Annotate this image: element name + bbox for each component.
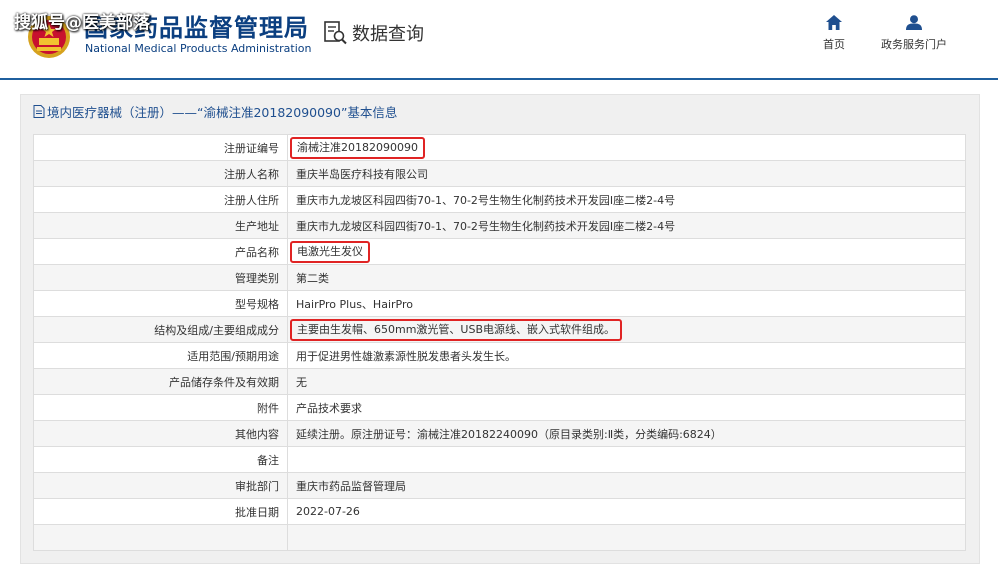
watermark-text: 搜狐号@医美部落	[14, 13, 150, 33]
field-value: 延续注册。原注册证号：渝械注准20182240090（原目录类别:Ⅱ类，分类编码…	[287, 420, 966, 447]
table-row: 适用范围/预期用途 用于促进男性雄激素源性脱发患者头发生长。	[33, 342, 966, 369]
highlight-box: 电激光生发仪	[290, 240, 370, 263]
field-value: 重庆市九龙坡区科园四街70-1、70-2号生物生化制药技术开发园Ⅰ座二楼2-4号	[287, 186, 966, 213]
table-row: 注册人名称 重庆半岛医疗科技有限公司	[33, 160, 966, 187]
document-icon	[33, 105, 45, 118]
field-value: 无	[287, 368, 966, 395]
registration-info-table: 注册证编号 渝械注准20182090090 注册人名称 重庆半岛医疗科技有限公司…	[33, 134, 966, 551]
field-value: 重庆市药品监督管理局	[287, 472, 966, 499]
table-row: 产品名称 电激光生发仪	[33, 238, 966, 265]
data-query-link[interactable]: 数据查询	[322, 18, 424, 48]
agency-name-en: National Medical Products Administration	[85, 42, 312, 55]
field-label: 适用范围/预期用途	[33, 342, 288, 369]
field-value: 主要由生发帽、650mm激光管、USB电源线、嵌入式软件组成。	[287, 316, 966, 343]
table-row: 产品储存条件及有效期 无	[33, 368, 966, 395]
nav-portal-button[interactable]: 政务服务门户	[874, 15, 954, 52]
table-row: 结构及组成/主要组成成分 主要由生发帽、650mm激光管、USB电源线、嵌入式软…	[33, 316, 966, 343]
field-label: 审批部门	[33, 472, 288, 499]
document-search-icon	[324, 21, 347, 45]
field-label: 产品储存条件及有效期	[33, 368, 288, 395]
field-value: HairPro Plus、HairPro	[287, 290, 966, 317]
field-value	[287, 524, 966, 551]
field-label: 注册人名称	[33, 160, 288, 187]
nav-portal-label: 政务服务门户	[881, 38, 947, 51]
field-label: 管理类别	[33, 264, 288, 291]
field-value	[287, 446, 966, 473]
field-label: 产品名称	[33, 238, 288, 265]
field-value: 电激光生发仪	[287, 238, 966, 265]
highlight-box: 主要由生发帽、650mm激光管、USB电源线、嵌入式软件组成。	[290, 318, 623, 341]
field-label: 批准日期	[33, 498, 288, 525]
table-row: 其他内容 延续注册。原注册证号：渝械注准20182240090（原目录类别:Ⅱ类…	[33, 420, 966, 447]
table-row: 管理类别 第二类	[33, 264, 966, 291]
field-label: 附件	[33, 394, 288, 421]
field-label: 注册人住所	[33, 186, 288, 213]
table-row: 型号规格 HairPro Plus、HairPro	[33, 290, 966, 317]
field-value: 渝械注准20182090090	[287, 134, 966, 161]
table-row: 审批部门 重庆市药品监督管理局	[33, 472, 966, 499]
field-value: 2022-07-26	[287, 498, 966, 525]
field-label: 注册证编号	[33, 134, 288, 161]
nav-home-label: 首页	[823, 38, 845, 51]
field-label: 型号规格	[33, 290, 288, 317]
table-row: 生产地址 重庆市九龙坡区科园四街70-1、70-2号生物生化制药技术开发园Ⅰ座二…	[33, 212, 966, 239]
field-value: 用于促进男性雄激素源性脱发患者头发生长。	[287, 342, 966, 369]
field-label: 其他内容	[33, 420, 288, 447]
nav-home-button[interactable]: 首页	[794, 15, 874, 52]
field-label: 结构及组成/主要组成成分	[33, 316, 288, 343]
table-row	[33, 524, 966, 551]
table-row: 注册人住所 重庆市九龙坡区科园四街70-1、70-2号生物生化制药技术开发园Ⅰ座…	[33, 186, 966, 213]
table-row: 备注	[33, 446, 966, 473]
field-label: 生产地址	[33, 212, 288, 239]
home-icon	[826, 15, 842, 30]
field-value: 重庆市九龙坡区科园四街70-1、70-2号生物生化制药技术开发园Ⅰ座二楼2-4号	[287, 212, 966, 239]
panel-title-text: 境内医疗器械（注册）——“渝械注准20182090090”基本信息	[47, 105, 398, 120]
field-value: 产品技术要求	[287, 394, 966, 421]
field-value: 第二类	[287, 264, 966, 291]
data-query-label: 数据查询	[352, 24, 424, 45]
user-icon	[906, 15, 922, 30]
table-row: 批准日期 2022-07-26	[33, 498, 966, 525]
field-label: 备注	[33, 446, 288, 473]
table-row: 附件 产品技术要求	[33, 394, 966, 421]
field-label	[33, 524, 288, 551]
table-row: 注册证编号 渝械注准20182090090	[33, 134, 966, 161]
highlight-box: 渝械注准20182090090	[290, 136, 425, 159]
panel-title: 境内医疗器械（注册）——“渝械注准20182090090”基本信息	[33, 102, 397, 121]
field-value: 重庆半岛医疗科技有限公司	[287, 160, 966, 187]
